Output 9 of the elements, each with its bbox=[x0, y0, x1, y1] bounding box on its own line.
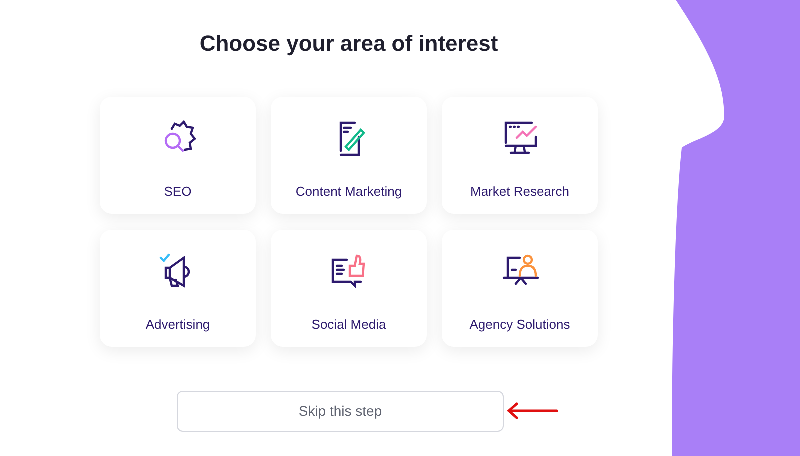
interest-card[interactable]: Advertising bbox=[100, 230, 256, 347]
interest-card[interactable]: Content Marketing bbox=[271, 97, 427, 214]
interest-card[interactable]: Market Research bbox=[442, 97, 598, 214]
skip-button[interactable]: Skip this step bbox=[177, 391, 504, 432]
interest-card[interactable]: Agency Solutions bbox=[442, 230, 598, 347]
arrow-icon bbox=[506, 401, 559, 421]
interest-card[interactable]: SEO bbox=[100, 97, 256, 214]
interest-card[interactable]: Social Media bbox=[271, 230, 427, 347]
page-title: Choose your area of interest bbox=[200, 30, 498, 58]
